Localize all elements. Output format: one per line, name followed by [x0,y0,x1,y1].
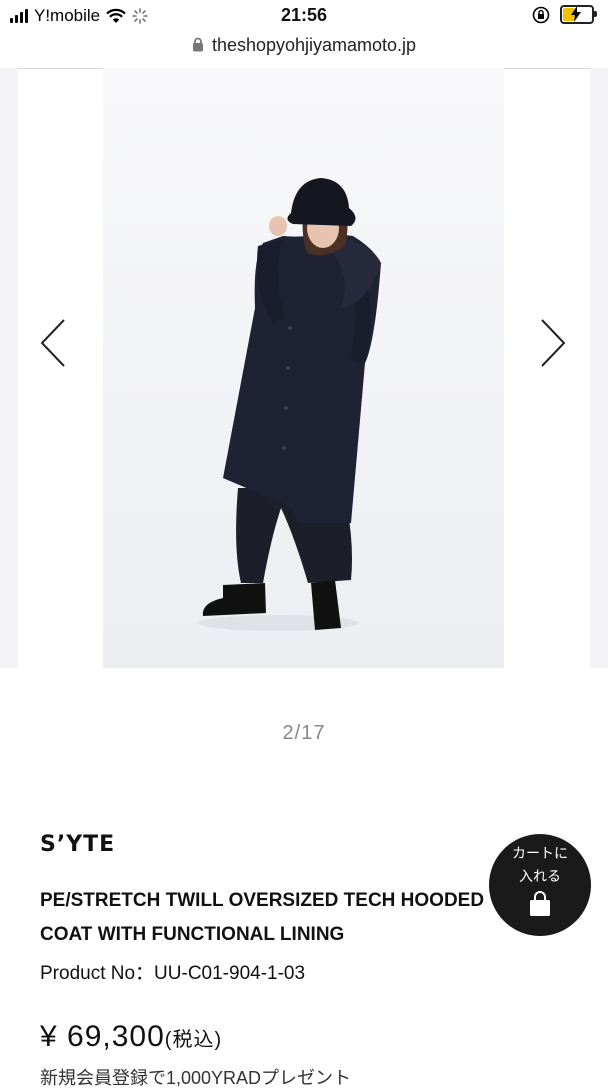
shopping-bag-icon [530,891,550,916]
lock-icon [192,37,203,52]
cart-label-line-2: 入れる [519,868,561,884]
product-title-line-2: COAT WITH FUNCTIONAL LINING [40,924,345,945]
product-image[interactable] [103,68,504,668]
next-image-peek[interactable] [590,68,608,668]
image-counter: 2/17 [282,722,326,744]
url-text: theshopyohjiyamamoto.jp [211,35,417,55]
promo-text: 新規会員登録で1,000YRADプレゼント [40,1068,352,1088]
price: ¥ 69,300(税込) [40,1020,222,1054]
add-to-cart-button[interactable]: カートに 入れる [489,834,591,936]
previous-image-peek[interactable] [0,68,18,668]
chevron-left-icon[interactable] [34,318,74,368]
battery-charging-icon [560,5,597,24]
status-bar: Y!mobile 21:56 [0,0,608,34]
model-photo [103,68,504,668]
status-right [532,5,597,24]
address-bar[interactable]: theshopyohjiyamamoto.jp [0,34,608,69]
product-number: Product No：UU-C01-904-1-03 [40,963,306,984]
clock: 21:56 [280,5,328,25]
product-title: PE/STRETCH TWILL OVERSIZED TECH HOODED C… [40,884,500,952]
tax-note: (税込) [164,1029,223,1051]
price-amount: ¥ 69,300 [40,1020,165,1053]
chevron-right-icon[interactable] [532,318,572,368]
product-image-gallery[interactable] [0,68,608,668]
url-display[interactable]: theshopyohjiyamamoto.jp [0,34,608,56]
cart-label-line-1: カートに [512,845,568,861]
brand-name[interactable]: S’YTE [40,832,115,857]
orientation-lock-icon [532,6,550,23]
product-title-line-1: PE/STRETCH TWILL OVERSIZED TECH HOODED [40,890,485,911]
